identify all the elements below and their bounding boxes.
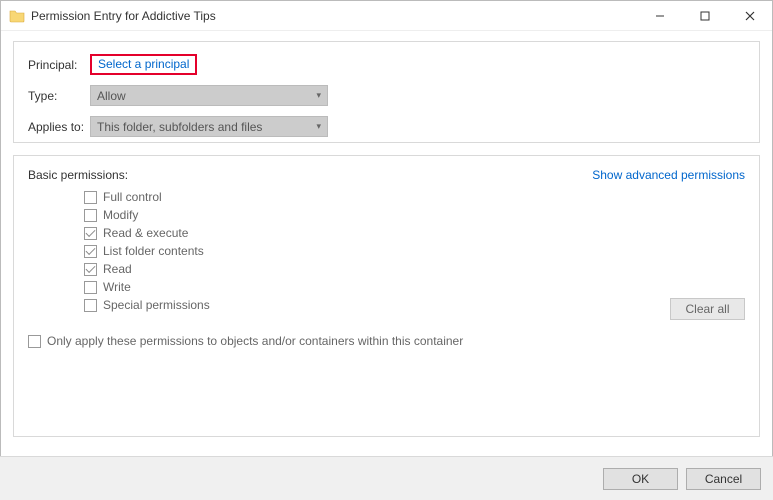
- basic-permissions-title: Basic permissions:: [28, 168, 128, 182]
- permission-label: Write: [103, 280, 131, 294]
- ok-button[interactable]: OK: [603, 468, 678, 490]
- applies-value: This folder, subfolders and files: [97, 120, 262, 134]
- select-principal-link[interactable]: Select a principal: [90, 54, 197, 75]
- permission-label: Full control: [103, 190, 162, 204]
- titlebar: Permission Entry for Addictive Tips: [1, 1, 772, 31]
- principal-label: Principal:: [28, 58, 90, 72]
- type-value: Allow: [97, 89, 126, 103]
- permission-checkbox[interactable]: [84, 299, 97, 312]
- permission-checkbox[interactable]: [84, 191, 97, 204]
- permission-checkbox[interactable]: [84, 209, 97, 222]
- clear-all-label: Clear all: [685, 302, 729, 316]
- permissions-header: Basic permissions: Show advanced permiss…: [28, 168, 745, 182]
- minimize-button[interactable]: [637, 1, 682, 30]
- applies-row: Applies to: This folder, subfolders and …: [28, 116, 745, 137]
- permission-item: Read & execute: [84, 224, 745, 242]
- dialog-footer: OK Cancel: [0, 456, 773, 500]
- permission-label: List folder contents: [103, 244, 204, 258]
- permission-label: Modify: [103, 208, 138, 222]
- only-apply-label: Only apply these permissions to objects …: [47, 334, 463, 348]
- chevron-down-icon: ▾: [316, 90, 321, 101]
- ok-label: OK: [632, 472, 649, 486]
- permission-item: Read: [84, 260, 745, 278]
- content-area: Principal: Select a principal Type: Allo…: [1, 31, 772, 437]
- principal-panel: Principal: Select a principal Type: Allo…: [13, 41, 760, 143]
- permission-checkbox[interactable]: [84, 263, 97, 276]
- clear-all-button[interactable]: Clear all: [670, 298, 745, 320]
- cancel-button[interactable]: Cancel: [686, 468, 761, 490]
- only-apply-row: Only apply these permissions to objects …: [28, 334, 745, 348]
- type-label: Type:: [28, 89, 90, 103]
- permission-label: Read & execute: [103, 226, 188, 240]
- permission-label: Special permissions: [103, 298, 210, 312]
- applies-label: Applies to:: [28, 120, 90, 134]
- type-row: Type: Allow ▾: [28, 85, 745, 106]
- permission-label: Read: [103, 262, 132, 276]
- principal-row: Principal: Select a principal: [28, 54, 745, 75]
- chevron-down-icon: ▾: [316, 121, 321, 132]
- permission-item: Full control: [84, 188, 745, 206]
- folder-icon: [9, 8, 25, 24]
- show-advanced-link[interactable]: Show advanced permissions: [592, 168, 745, 182]
- close-button[interactable]: [727, 1, 772, 30]
- permission-item: Write: [84, 278, 745, 296]
- applies-combo[interactable]: This folder, subfolders and files ▾: [90, 116, 328, 137]
- permission-checkbox[interactable]: [84, 281, 97, 294]
- permission-item: List folder contents: [84, 242, 745, 260]
- window-buttons: [637, 1, 772, 30]
- only-apply-checkbox[interactable]: [28, 335, 41, 348]
- permissions-list: Full control Modify Read & execute List fol…: [84, 188, 745, 314]
- cancel-label: Cancel: [705, 472, 742, 486]
- window-title: Permission Entry for Addictive Tips: [31, 9, 637, 23]
- maximize-button[interactable]: [682, 1, 727, 30]
- type-combo[interactable]: Allow ▾: [90, 85, 328, 106]
- permission-checkbox[interactable]: [84, 227, 97, 240]
- permission-checkbox[interactable]: [84, 245, 97, 258]
- permission-item: Modify: [84, 206, 745, 224]
- permission-item: Special permissions: [84, 296, 745, 314]
- permissions-panel: Basic permissions: Show advanced permiss…: [13, 155, 760, 437]
